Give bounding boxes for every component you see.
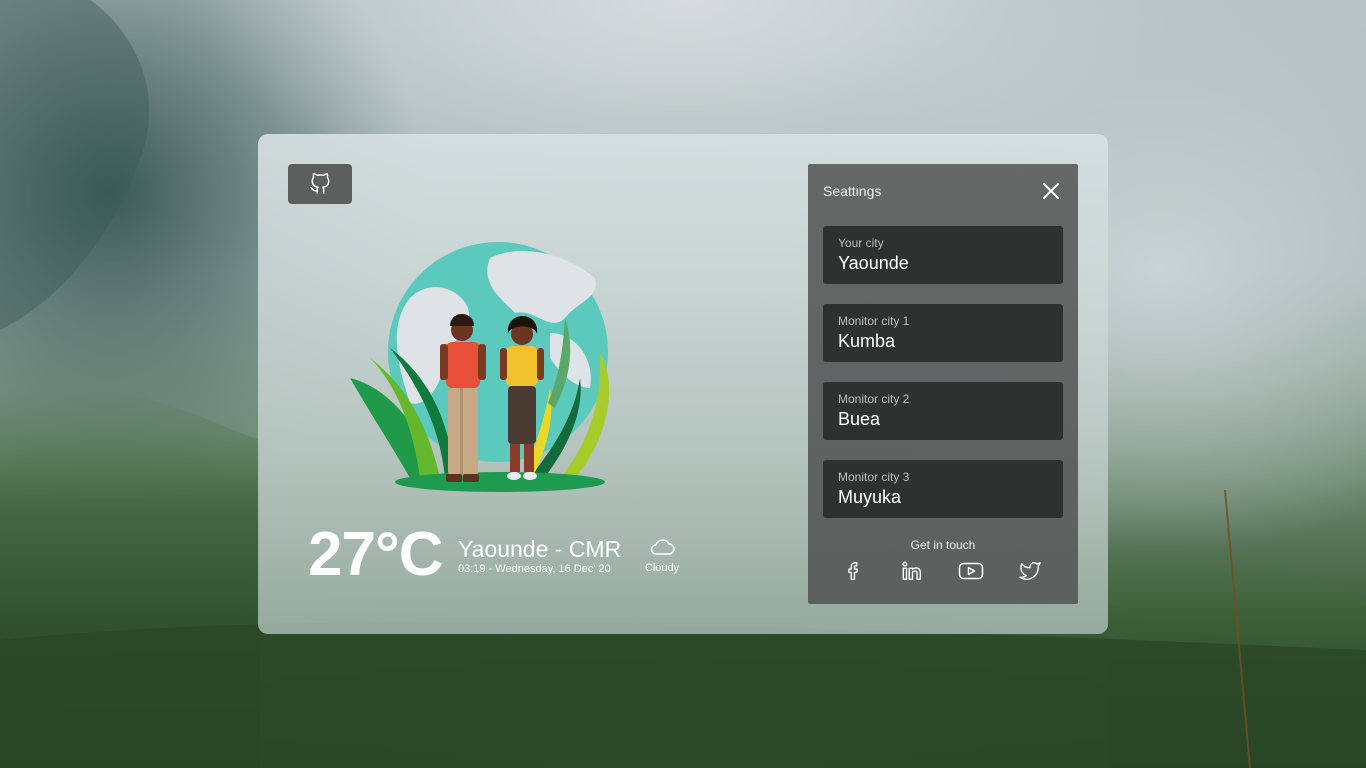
weather-condition: Cloudy	[642, 538, 682, 574]
twitter-icon	[1019, 562, 1041, 580]
get-in-touch-label: Get in touch	[910, 538, 976, 552]
facebook-icon	[848, 562, 858, 580]
linkedin-icon	[902, 561, 921, 580]
weather-card: 27°C Yaounde - CMR 03:19 - Wednesday, 16…	[258, 134, 1108, 634]
condition-label: Cloudy	[644, 562, 680, 574]
travelers-illustration	[350, 242, 610, 492]
field-label: Monitor city 2	[838, 392, 910, 406]
monitor-city-1-field[interactable]: Monitor city 1 Kumba	[823, 304, 1063, 362]
your-city-field[interactable]: Your city Yaounde	[823, 226, 1063, 284]
temperature: 27°C	[308, 520, 444, 589]
monitor-city-2-field[interactable]: Monitor city 2 Buea	[823, 382, 1063, 440]
github-icon	[310, 173, 330, 194]
close-icon[interactable]	[1040, 180, 1062, 202]
youtube-link[interactable]	[958, 558, 984, 584]
linkedin-link[interactable]	[899, 558, 925, 584]
location-info: Yaounde - CMR 03:19 - Wednesday, 16 Dec'…	[458, 536, 621, 576]
field-label: Monitor city 3	[838, 470, 910, 484]
github-button[interactable]	[288, 164, 352, 204]
settings-panel: Seattings Your city Yaounde Monitor city…	[808, 164, 1078, 604]
city-name: Yaounde - CMR	[458, 536, 622, 562]
cloud-icon	[650, 539, 675, 555]
twitter-link[interactable]	[1017, 558, 1043, 584]
settings-title: Seattings	[823, 183, 882, 199]
monitor-city-3-field[interactable]: Monitor city 3 Muyuka	[823, 460, 1063, 518]
field-value: Kumba	[838, 331, 896, 351]
facebook-link[interactable]	[841, 558, 867, 584]
field-label: Your city	[838, 236, 884, 250]
field-value: Muyuka	[838, 487, 902, 507]
date-time: 03:19 - Wednesday, 16 Dec' 20	[458, 563, 611, 575]
field-value: Buea	[838, 409, 881, 429]
youtube-icon	[958, 562, 984, 580]
field-label: Monitor city 1	[838, 314, 910, 328]
field-value: Yaounde	[838, 253, 909, 273]
